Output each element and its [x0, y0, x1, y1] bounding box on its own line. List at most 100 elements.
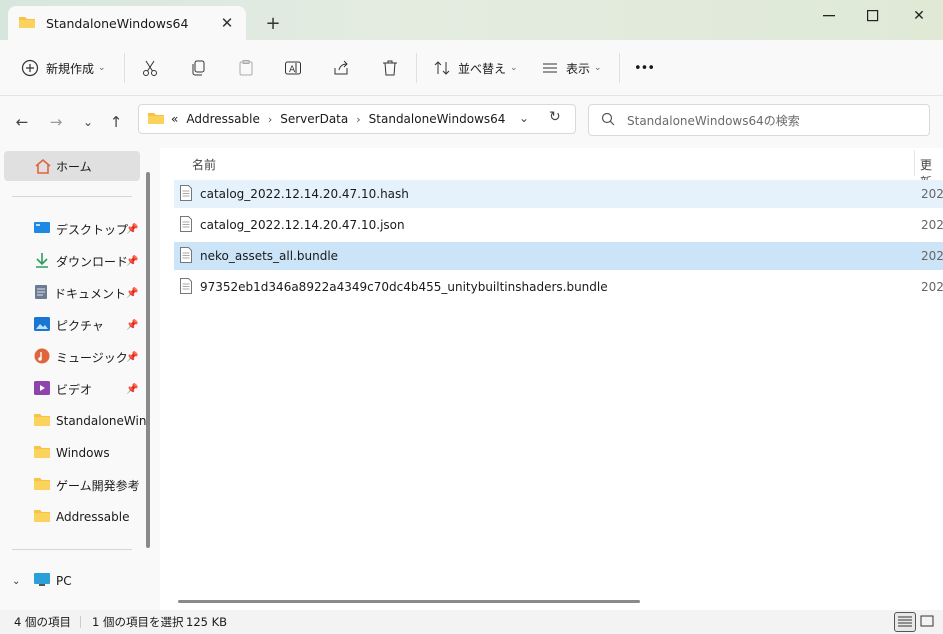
title-bar: StandaloneWindows64 ✕ + ✕: [0, 0, 943, 40]
new-tab-button[interactable]: +: [262, 12, 284, 34]
file-date: 2022: [921, 187, 943, 201]
sidebar-item-pc[interactable]: ⌄ PC: [12, 570, 124, 592]
copy-button[interactable]: [188, 56, 208, 80]
tab-close-icon[interactable]: ✕: [218, 14, 236, 32]
search-box[interactable]: StandaloneWindows64の検索: [588, 104, 930, 136]
chevron-right-icon: ›: [356, 112, 361, 126]
item-count: 4 個の項目: [14, 615, 71, 629]
refresh-icon[interactable]: ↻: [549, 109, 561, 125]
pin-icon[interactable]: 📌: [126, 384, 138, 395]
rename-icon: A: [283, 58, 303, 78]
details-view-button[interactable]: [894, 612, 916, 632]
divider: [12, 196, 132, 197]
share-button[interactable]: [331, 56, 351, 80]
view-button[interactable]: 表示 ⌄: [540, 56, 602, 80]
folder-icon: [147, 111, 165, 128]
chevron-down-icon: ⌄: [98, 63, 106, 73]
selection-size: 125 KB: [186, 615, 228, 629]
cut-button[interactable]: [140, 56, 160, 80]
pin-icon[interactable]: 📌: [126, 256, 138, 267]
file-date: 2022: [921, 249, 943, 263]
sidebar-item-folder[interactable]: StandaloneWind: [34, 410, 146, 432]
sort-label: 並べ替え: [458, 61, 507, 76]
up-arrow-icon[interactable]: ↑: [106, 112, 126, 132]
maximize-button[interactable]: [850, 4, 896, 28]
new-button[interactable]: 新規作成 ⌄: [20, 56, 106, 80]
file-row[interactable]: 97352eb1d346a8922a4349c70dc4b455_unitybu…: [174, 273, 943, 301]
desktop-icon: [34, 221, 50, 238]
selection-count: 1 個の項目を選択: [92, 615, 184, 629]
close-window-button[interactable]: ✕: [896, 4, 942, 28]
file-name: neko_assets_all.bundle: [200, 249, 339, 263]
navigation-pane: ホーム デスクトップ 📌 ダウンロード 📌 ドキュメント 📌 ピクチャ 📌 ミュ…: [0, 148, 160, 610]
horizontal-scrollbar[interactable]: [178, 600, 640, 603]
file-name: catalog_2022.12.14.20.47.10.json: [200, 218, 405, 232]
sidebar-item-label: ゲーム開発参考: [56, 478, 140, 493]
pin-icon[interactable]: 📌: [126, 320, 138, 331]
sidebar-item-label: Addressable: [56, 510, 130, 524]
document-icon: [34, 284, 48, 303]
delete-button[interactable]: [380, 56, 400, 80]
file-icon: [180, 184, 192, 204]
breadcrumb-overflow[interactable]: «: [171, 112, 178, 126]
file-row-selected[interactable]: neko_assets_all.bundle 2022: [174, 242, 943, 270]
view-lines-icon: [540, 58, 560, 78]
sidebar-item-label: ミュージック: [56, 350, 128, 365]
details-view-icon: [898, 615, 912, 630]
sidebar-item-label: ビデオ: [56, 382, 93, 397]
sidebar-item-folder[interactable]: ゲーム開発参考: [34, 474, 146, 496]
minimize-button[interactable]: [806, 4, 852, 28]
sidebar-scrollbar[interactable]: [146, 172, 150, 548]
home-icon: [34, 158, 52, 177]
sort-arrows-icon: [432, 58, 452, 78]
column-header-name[interactable]: 名前: [192, 156, 216, 173]
search-icon: [601, 112, 615, 129]
address-row: ← → ⌄ ↑ « Addressable › ServerData › Sta…: [0, 96, 943, 148]
divider: [124, 53, 125, 83]
file-row[interactable]: catalog_2022.12.14.20.47.10.hash 2022: [174, 180, 943, 208]
tab-active[interactable]: StandaloneWindows64 ✕: [8, 6, 246, 40]
sidebar-item-label: Windows: [56, 446, 110, 460]
folder-icon: [34, 509, 50, 525]
chevron-down-icon: ⌄: [12, 575, 21, 587]
forward-arrow-icon[interactable]: →: [46, 112, 66, 132]
plus-circle-icon: [20, 58, 40, 78]
file-icon: [180, 277, 192, 297]
status-bar: 4 個の項目 1 個の項目を選択 125 KB: [0, 610, 943, 634]
address-bar[interactable]: « Addressable › ServerData › StandaloneW…: [138, 104, 576, 134]
rename-button[interactable]: A: [283, 56, 303, 80]
back-arrow-icon[interactable]: ←: [12, 112, 32, 132]
divider: [80, 616, 81, 628]
folder-icon: [34, 477, 50, 493]
breadcrumb-item[interactable]: StandaloneWindows64: [369, 112, 506, 126]
pin-icon[interactable]: 📌: [126, 224, 138, 235]
pictures-icon: [34, 316, 50, 334]
recent-chevron-icon[interactable]: ⌄: [78, 112, 98, 132]
divider: [12, 549, 132, 550]
file-row[interactable]: catalog_2022.12.14.20.47.10.json 2022: [174, 211, 943, 239]
music-icon: [34, 348, 50, 367]
copy-icon: [188, 58, 208, 78]
tiles-view-button[interactable]: [916, 612, 938, 632]
pin-icon[interactable]: 📌: [126, 288, 138, 299]
sidebar-item-home[interactable]: ホーム: [4, 151, 140, 181]
chevron-right-icon: ›: [267, 112, 273, 126]
breadcrumb-item[interactable]: ServerData: [280, 112, 348, 126]
tab-title: StandaloneWindows64: [46, 15, 189, 31]
paste-button[interactable]: [236, 56, 256, 80]
address-dropdown-icon[interactable]: ⌄: [519, 111, 529, 125]
sort-button[interactable]: 並べ替え ⌄: [432, 56, 518, 80]
computer-icon: [34, 572, 50, 590]
breadcrumb-item[interactable]: Addressable: [186, 112, 259, 126]
more-button[interactable]: •••: [634, 56, 655, 80]
svg-text:A: A: [289, 65, 296, 75]
sidebar-item-folder[interactable]: Addressable: [34, 506, 146, 528]
sidebar-item-label: ホーム: [56, 159, 92, 174]
search-placeholder: StandaloneWindows64の検索: [627, 113, 800, 128]
sidebar-item-label: PC: [56, 574, 72, 588]
pin-icon[interactable]: 📌: [126, 352, 138, 363]
sidebar-item-folder[interactable]: Windows: [34, 442, 146, 464]
column-divider[interactable]: [914, 150, 915, 176]
chevron-down-icon: ⌄: [594, 63, 602, 73]
folder-icon: [34, 445, 50, 461]
